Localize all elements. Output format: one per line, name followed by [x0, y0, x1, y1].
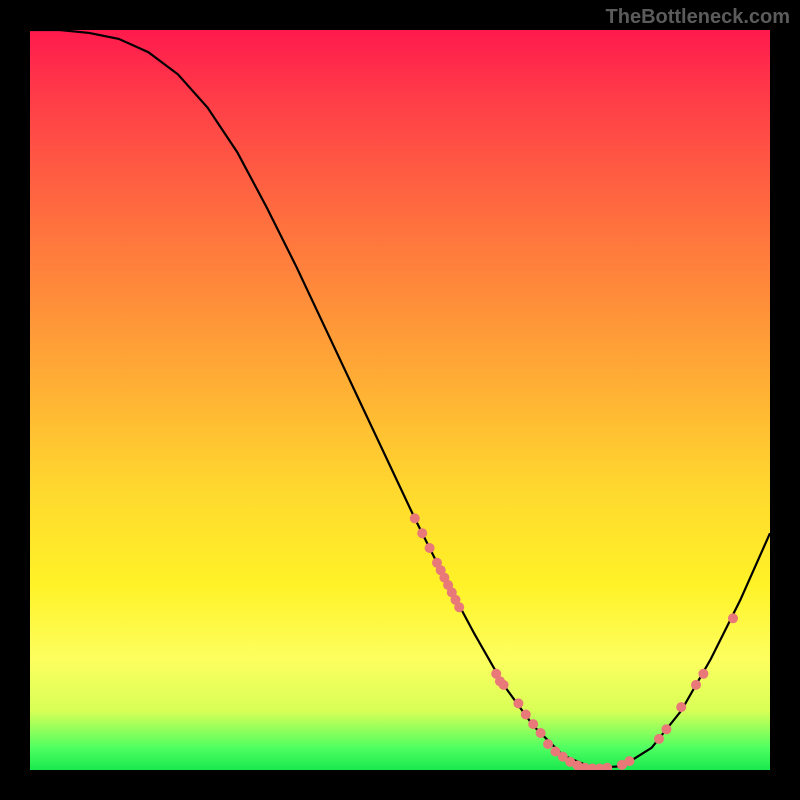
data-point: [661, 724, 671, 734]
data-point: [425, 543, 435, 553]
data-point: [728, 613, 738, 623]
data-point: [691, 680, 701, 690]
data-point: [454, 602, 464, 612]
data-point: [410, 513, 420, 523]
data-point: [417, 528, 427, 538]
plot-area: [30, 30, 770, 770]
data-point: [536, 728, 546, 738]
data-point: [698, 669, 708, 679]
data-point: [676, 702, 686, 712]
chart-svg: [30, 30, 770, 770]
data-points: [410, 513, 738, 770]
data-point: [528, 719, 538, 729]
chart-container: TheBottleneck.com: [0, 0, 800, 800]
data-point: [624, 756, 634, 766]
data-point: [654, 734, 664, 744]
data-point: [513, 698, 523, 708]
data-point: [602, 763, 612, 770]
watermark-text: TheBottleneck.com: [606, 6, 790, 29]
bottleneck-curve: [30, 30, 770, 768]
data-point: [521, 710, 531, 720]
data-point: [543, 739, 553, 749]
data-point: [499, 680, 509, 690]
